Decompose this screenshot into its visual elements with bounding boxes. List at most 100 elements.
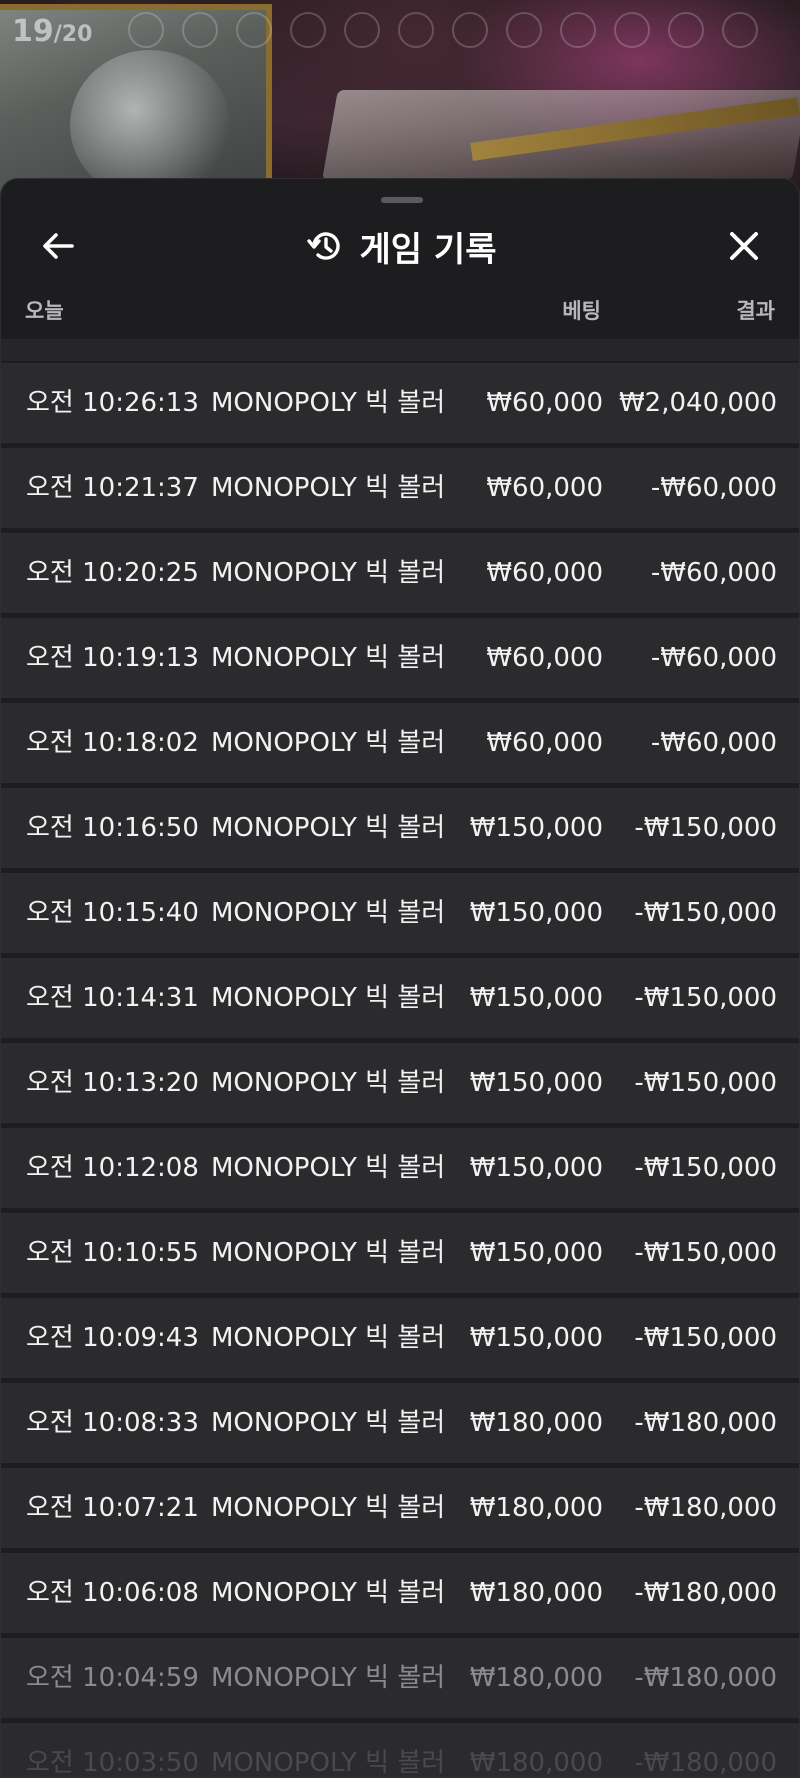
sheet-header: 게임 기록 xyxy=(1,219,799,273)
history-row[interactable]: 오전 10:19:13 MONOPOLY 빅 볼러 ₩60,000 -₩60,000 xyxy=(1,618,799,698)
row-bet: ₩60,000 xyxy=(486,388,603,418)
round-dot xyxy=(398,12,434,48)
row-result: -₩150,000 xyxy=(634,1153,777,1183)
row-time: 오전 10:26:13 xyxy=(26,388,199,418)
row-game: MONOPOLY 빅 볼러 xyxy=(211,983,446,1013)
row-bet: ₩150,000 xyxy=(469,813,603,843)
row-game: MONOPOLY 빅 볼러 xyxy=(211,1238,446,1268)
round-dot xyxy=(506,12,542,48)
column-bet: 베팅 xyxy=(562,299,601,323)
row-game: MONOPOLY 빅 볼러 xyxy=(211,1663,446,1693)
round-progress-dots xyxy=(128,12,758,48)
history-row[interactable]: 오전 10:06:08 MONOPOLY 빅 볼러 ₩180,000 -₩180,00… xyxy=(1,1553,799,1633)
row-result: -₩180,000 xyxy=(634,1748,777,1778)
row-result: ₩2,040,000 xyxy=(618,388,777,418)
history-row[interactable]: 오전 10:03:50 MONOPOLY 빅 볼러 ₩180,000 -₩180,00… xyxy=(1,1723,799,1778)
row-result: -₩150,000 xyxy=(634,1068,777,1098)
row-time: 오전 10:19:13 xyxy=(26,643,199,673)
history-row[interactable]: 오전 10:18:02 MONOPOLY 빅 볼러 ₩60,000 -₩60,000 xyxy=(1,703,799,783)
drag-handle[interactable] xyxy=(381,197,423,203)
row-game: MONOPOLY 빅 볼러 xyxy=(211,1748,446,1778)
row-result: -₩180,000 xyxy=(634,1493,777,1523)
row-time: 오전 10:09:43 xyxy=(26,1323,199,1353)
row-game: MONOPOLY 빅 볼러 xyxy=(211,558,446,588)
round-dot xyxy=(128,12,164,48)
row-time: 오전 10:12:08 xyxy=(26,1153,199,1183)
row-result: -₩180,000 xyxy=(634,1578,777,1608)
round-dot xyxy=(290,12,326,48)
row-result: -₩150,000 xyxy=(634,1323,777,1353)
game-history-sheet: 게임 기록 오늘 베팅 결과 오전 10:26:13 MONOPOLY 빅 볼러 ₩… xyxy=(0,178,800,1778)
close-icon xyxy=(730,232,758,260)
row-result: -₩60,000 xyxy=(650,643,777,673)
row-game: MONOPOLY 빅 볼러 xyxy=(211,1578,446,1608)
history-row[interactable]: 오전 10:21:37 MONOPOLY 빅 볼러 ₩60,000 -₩60,000 xyxy=(1,448,799,528)
history-row[interactable]: 오전 10:13:20 MONOPOLY 빅 볼러 ₩150,000 -₩150,00… xyxy=(1,1043,799,1123)
row-result: -₩60,000 xyxy=(650,728,777,758)
row-time: 오전 10:16:50 xyxy=(26,813,199,843)
row-result: -₩150,000 xyxy=(634,898,777,928)
row-bet: ₩60,000 xyxy=(486,643,603,673)
round-dot xyxy=(452,12,488,48)
row-game: MONOPOLY 빅 볼러 xyxy=(211,813,446,843)
close-button[interactable] xyxy=(723,225,765,267)
row-time: 오전 10:13:20 xyxy=(26,1068,199,1098)
history-icon xyxy=(306,232,340,260)
row-time: 오전 10:07:21 xyxy=(26,1493,199,1523)
row-game: MONOPOLY 빅 볼러 xyxy=(211,1323,446,1353)
round-current: 19 xyxy=(12,14,54,49)
history-row[interactable]: 오전 10:12:08 MONOPOLY 빅 볼러 ₩150,000 -₩150,00… xyxy=(1,1128,799,1208)
row-time: 오전 10:03:50 xyxy=(26,1748,199,1778)
row-result: -₩150,000 xyxy=(634,1238,777,1268)
row-game: MONOPOLY 빅 볼러 xyxy=(211,388,446,418)
row-game: MONOPOLY 빅 볼러 xyxy=(211,1493,446,1523)
row-bet: ₩150,000 xyxy=(469,1068,603,1098)
history-row[interactable]: 오전 10:15:40 MONOPOLY 빅 볼러 ₩150,000 -₩150,00… xyxy=(1,873,799,953)
game-video-background: 19/20 xyxy=(0,0,800,200)
round-dot xyxy=(722,12,758,48)
row-time: 오전 10:08:33 xyxy=(26,1408,199,1438)
row-game: MONOPOLY 빅 볼러 xyxy=(211,898,446,928)
row-bet: ₩60,000 xyxy=(486,558,603,588)
history-row[interactable]: 오전 10:10:55 MONOPOLY 빅 볼러 ₩150,000 -₩150,00… xyxy=(1,1213,799,1293)
row-bet: ₩60,000 xyxy=(486,473,603,503)
row-time: 오전 10:06:08 xyxy=(26,1578,199,1608)
row-bet: ₩150,000 xyxy=(469,898,603,928)
list-top-divider xyxy=(1,339,799,361)
row-game: MONOPOLY 빅 볼러 xyxy=(211,1068,446,1098)
row-bet: ₩180,000 xyxy=(469,1663,603,1693)
row-time: 오전 10:10:55 xyxy=(26,1238,199,1268)
history-row[interactable]: 오전 10:26:13 MONOPOLY 빅 볼러 ₩60,000 ₩2,040,00… xyxy=(1,363,799,443)
round-dot xyxy=(614,12,650,48)
column-headers: 오늘 베팅 결과 xyxy=(1,295,799,323)
round-counter: 19/20 xyxy=(12,14,92,49)
history-row[interactable]: 오전 10:09:43 MONOPOLY 빅 볼러 ₩150,000 -₩150,00… xyxy=(1,1298,799,1378)
row-game: MONOPOLY 빅 볼러 xyxy=(211,643,446,673)
column-result: 결과 xyxy=(736,299,775,323)
round-dot xyxy=(236,12,272,48)
history-row[interactable]: 오전 10:16:50 MONOPOLY 빅 볼러 ₩150,000 -₩150,00… xyxy=(1,788,799,868)
row-result: -₩150,000 xyxy=(634,983,777,1013)
row-time: 오전 10:21:37 xyxy=(26,473,199,503)
row-game: MONOPOLY 빅 볼러 xyxy=(211,1408,446,1438)
row-time: 오전 10:20:25 xyxy=(26,558,199,588)
row-bet: ₩180,000 xyxy=(469,1748,603,1778)
history-row[interactable]: 오전 10:07:21 MONOPOLY 빅 볼러 ₩180,000 -₩180,00… xyxy=(1,1468,799,1548)
history-row[interactable]: 오전 10:14:31 MONOPOLY 빅 볼러 ₩150,000 -₩150,00… xyxy=(1,958,799,1038)
row-bet: ₩180,000 xyxy=(469,1578,603,1608)
round-dot xyxy=(668,12,704,48)
row-game: MONOPOLY 빅 볼러 xyxy=(211,1153,446,1183)
row-bet: ₩60,000 xyxy=(486,728,603,758)
round-dot xyxy=(560,12,596,48)
row-result: -₩150,000 xyxy=(634,813,777,843)
row-time: 오전 10:14:31 xyxy=(26,983,199,1013)
history-row[interactable]: 오전 10:04:59 MONOPOLY 빅 볼러 ₩180,000 -₩180,00… xyxy=(1,1638,799,1718)
row-result: -₩180,000 xyxy=(634,1408,777,1438)
column-date: 오늘 xyxy=(25,299,64,323)
row-bet: ₩150,000 xyxy=(469,1238,603,1268)
row-game: MONOPOLY 빅 볼러 xyxy=(211,473,446,503)
row-bet: ₩150,000 xyxy=(469,1153,603,1183)
page-title: 게임 기록 xyxy=(359,229,497,270)
history-row[interactable]: 오전 10:20:25 MONOPOLY 빅 볼러 ₩60,000 -₩60,000 xyxy=(1,533,799,613)
history-row[interactable]: 오전 10:08:33 MONOPOLY 빅 볼러 ₩180,000 -₩180,00… xyxy=(1,1383,799,1463)
